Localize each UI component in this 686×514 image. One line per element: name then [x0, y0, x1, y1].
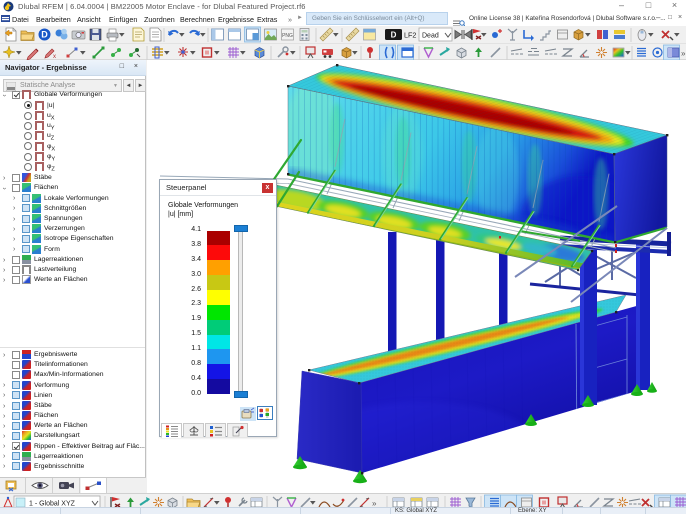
svg-text:»: »	[681, 49, 686, 58]
svg-text:Dead: Dead	[422, 33, 439, 40]
svg-text:D: D	[41, 30, 48, 40]
svg-text:D: D	[391, 31, 397, 40]
svg-text:LF2: LF2	[404, 31, 416, 40]
svg-text:PNG: PNG	[282, 33, 293, 39]
